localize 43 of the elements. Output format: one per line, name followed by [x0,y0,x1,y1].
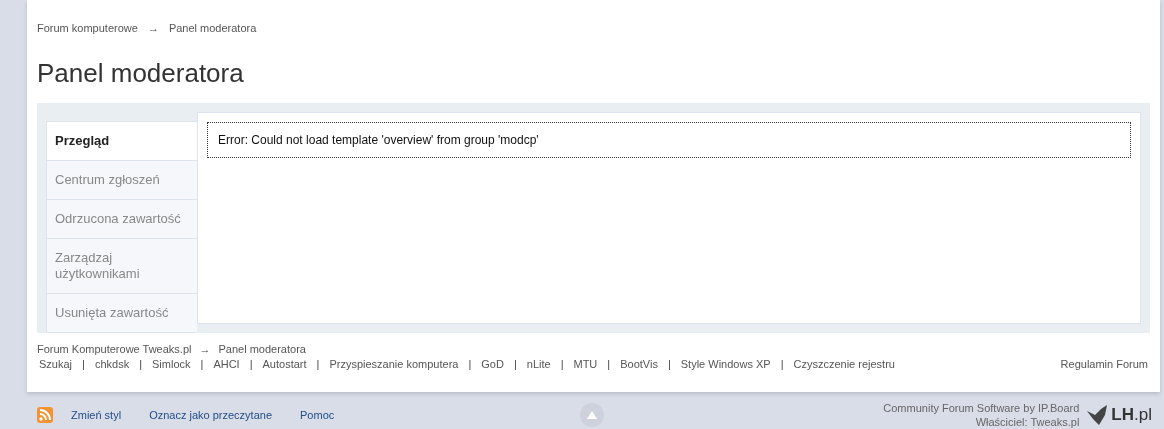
rules-link[interactable]: Regulamin Forum [1060,358,1148,370]
link-separator: | [513,358,517,370]
footer-link[interactable]: Czyszczenie rejestru [793,358,895,370]
footer-link[interactable]: Pomoc [300,409,335,421]
error-message: Error: Could not load template 'overview' from group 'modcp' [207,122,1131,158]
sidebar-item[interactable]: Przegląd [46,121,197,161]
scroll-top-button[interactable] [580,403,605,427]
footer-link[interactable]: chkdsk [94,358,130,370]
footer-link[interactable]: Przyspieszanie komputera [329,358,459,370]
footer-link[interactable]: Zmień styl [71,409,122,421]
footer-link[interactable]: Szukaj [39,358,73,370]
link-separator: | [560,358,564,370]
breadcrumb-link[interactable]: Forum Komputerowe Tweaks.pl [37,343,192,355]
link-separator: | [667,358,671,370]
rss-icon[interactable] [37,407,53,423]
bird-icon [1087,405,1110,425]
breadcrumb-link[interactable]: Forum komputerowe [37,22,138,34]
footer-link[interactable]: BootVis [620,358,658,370]
link-separator: | [139,358,142,370]
footer-link[interactable]: Autostart [262,358,307,370]
up-arrow-icon [587,411,598,419]
link-separator: | [316,358,320,370]
host-logo: LH.pl [1111,405,1152,425]
credit-text: Community Forum Software by IP.Board [883,401,1080,415]
footer-link[interactable]: Oznacz jako przeczytane [149,409,272,421]
link-separator: | [82,358,85,370]
link-separator: | [468,358,472,370]
link-separator: | [607,358,611,370]
footer-link[interactable]: MTU [573,358,598,370]
link-separator: | [249,358,253,370]
footer-link[interactable]: Style Windows XP [680,358,771,370]
footer-link[interactable]: GoD [481,358,504,370]
link-separator: | [780,358,784,370]
breadcrumb-arrow: → [199,343,211,355]
breadcrumb-link[interactable]: Panel moderatora [168,22,257,34]
credit-text: Właściciel: Tweaks.pl [974,415,1080,429]
footer-link[interactable]: Simlock [152,358,191,370]
breadcrumb-link[interactable]: Panel moderatora [218,343,306,355]
page-title: Panel moderatora [37,58,245,89]
footer-link[interactable]: nLite [526,358,551,370]
footer-link[interactable]: AHCI [213,358,240,370]
breadcrumb-arrow: → [147,22,159,34]
link-separator: | [200,358,204,370]
